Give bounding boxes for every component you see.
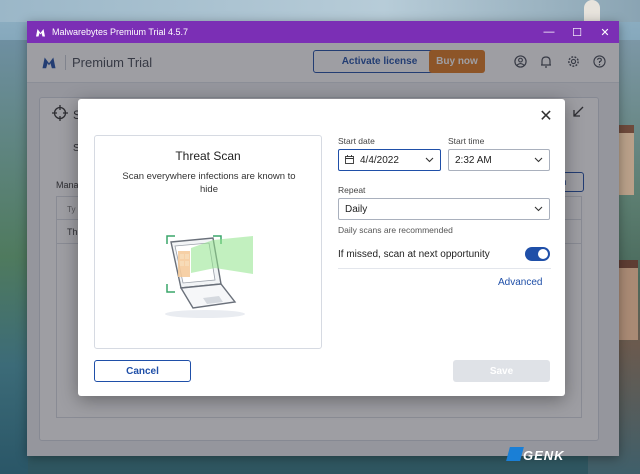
start-time-picker[interactable]: 2:32 AM	[448, 149, 550, 171]
chevron-down-icon	[425, 155, 434, 166]
scan-description: Scan everywhere infections are known to …	[122, 171, 296, 195]
close-dialog-button[interactable]: ✕	[537, 107, 555, 125]
missed-scan-label: If missed, scan at next opportunity	[338, 249, 490, 260]
maximize-button[interactable]: ☐	[563, 21, 591, 43]
scan-type-card: Threat Scan Scan everywhere infections a…	[94, 135, 322, 349]
save-button[interactable]: Save	[453, 360, 550, 382]
start-time-value: 2:32 AM	[455, 154, 492, 166]
missed-scan-toggle[interactable]	[525, 247, 550, 261]
repeat-value: Daily	[345, 203, 368, 215]
threat-scan-schedule-dialog: ✕ Threat Scan Scan everywhere infections…	[78, 99, 565, 396]
repeat-hint: Daily scans are recommended	[338, 225, 453, 235]
toggle-knob	[538, 249, 548, 259]
wallpaper-left-strip	[0, 40, 28, 474]
wallpaper-tower	[584, 0, 600, 22]
close-window-button[interactable]: ✕	[591, 21, 619, 43]
divider	[338, 268, 551, 269]
repeat-label: Repeat	[338, 185, 366, 195]
window-title: Malwarebytes Premium Trial 4.5.7	[52, 27, 189, 37]
window-controls: — ☐ ✕	[535, 21, 619, 43]
start-date-picker[interactable]: 4/4/2022	[338, 149, 441, 171]
calendar-icon	[345, 154, 354, 166]
start-time-label: Start time	[448, 136, 485, 146]
start-date-label: Start date	[338, 136, 375, 146]
minimize-button[interactable]: —	[535, 21, 563, 43]
chevron-down-icon	[534, 204, 543, 215]
scan-title: Threat Scan	[175, 149, 241, 163]
cancel-button[interactable]: Cancel	[94, 360, 191, 382]
laptop-scan-illustration-icon	[165, 235, 253, 318]
repeat-select[interactable]: Daily	[338, 198, 550, 220]
start-date-value: 4/4/2022	[360, 154, 399, 166]
title-bar: Malwarebytes Premium Trial 4.5.7 — ☐ ✕	[27, 21, 619, 43]
wallpaper-sky	[0, 0, 640, 22]
chevron-down-icon	[534, 155, 543, 166]
watermark: GENK	[523, 448, 565, 463]
advanced-link[interactable]: Advanced	[498, 277, 542, 288]
malwarebytes-logo-icon	[36, 28, 45, 36]
